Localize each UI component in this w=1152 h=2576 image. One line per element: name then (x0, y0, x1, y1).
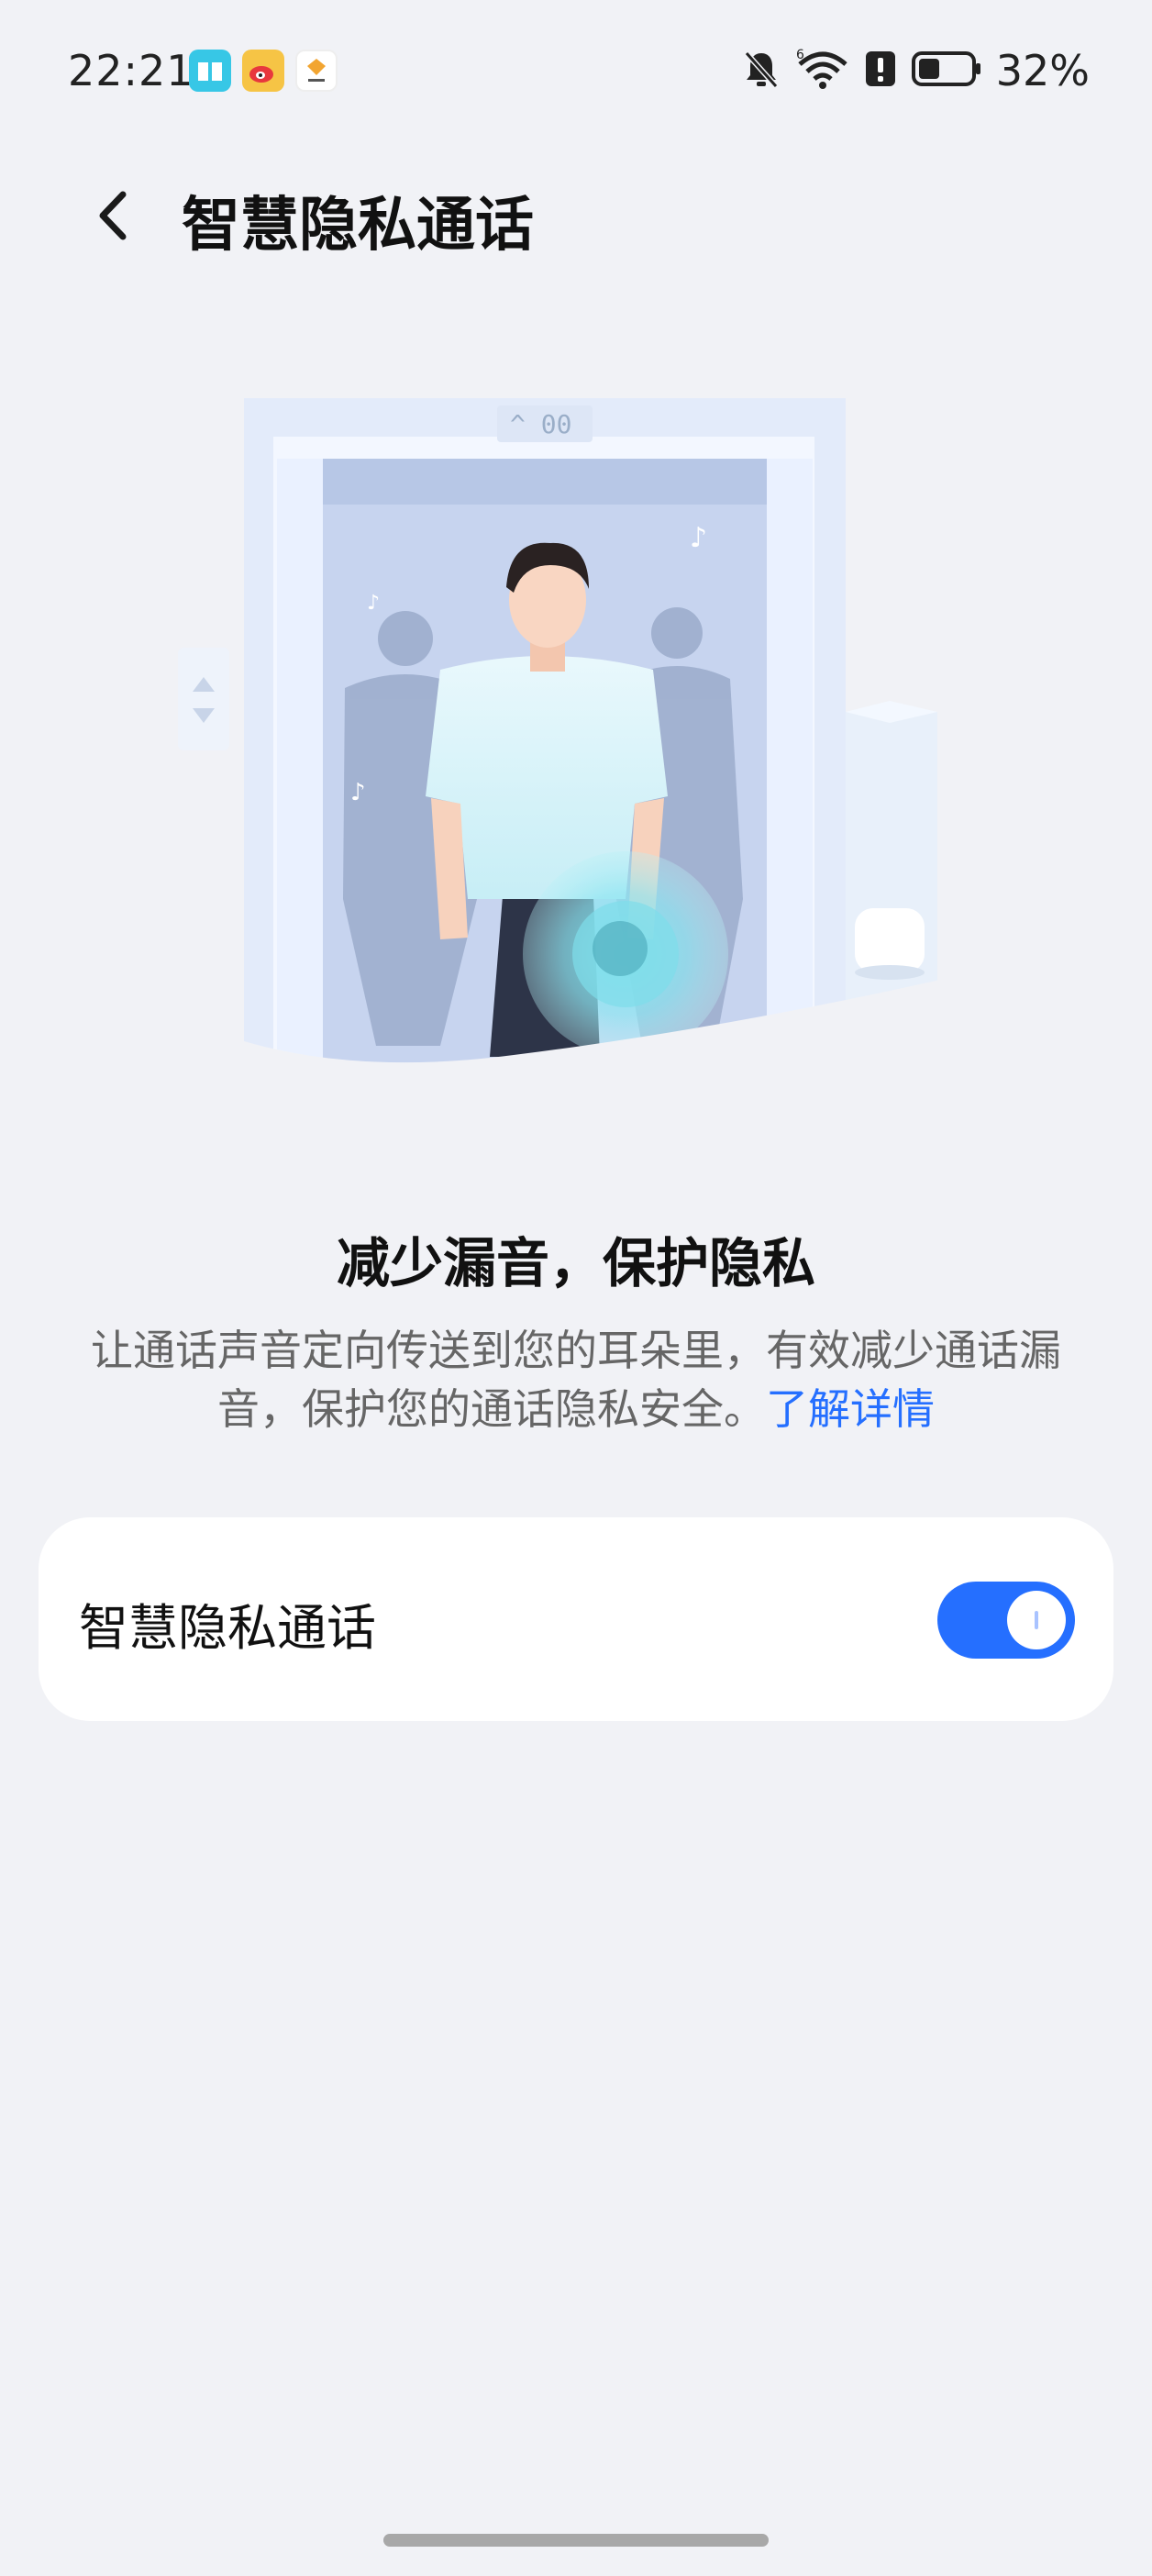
header: 智慧隐私通话 (0, 165, 1152, 266)
battery-icon (911, 48, 981, 94)
status-right: 6 32% (741, 46, 1090, 95)
svg-text:6: 6 (796, 48, 804, 62)
weibo-app-icon (242, 50, 284, 92)
status-app-icons (189, 50, 338, 92)
svg-text:^ 00: ^ 00 (510, 409, 571, 439)
honor-app-icon (295, 50, 338, 92)
home-indicator[interactable] (383, 2534, 769, 2547)
privacy-call-toggle[interactable] (937, 1582, 1075, 1659)
setting-card: 智慧隐私通话 (39, 1517, 1113, 1721)
wifi-6-icon: 6 (796, 48, 849, 94)
setting-label: 智慧隐私通话 (79, 1599, 376, 1657)
feature-description: 让通话声音定向传送到您的耳朵里，有效减少通话漏音，保护您的通话隐私安全。了解详情 (73, 1321, 1079, 1438)
alert-icon (864, 48, 897, 94)
page-title: 智慧隐私通话 (182, 192, 534, 260)
mute-bell-icon (741, 48, 781, 94)
battery-percentage: 32% (995, 46, 1090, 95)
reader-app-icon (189, 50, 231, 92)
chevron-left-icon (83, 191, 147, 251)
toggle-knob (1007, 1591, 1066, 1649)
elevator-illustration: ^ 00 ♪ ♪ ♪ (165, 385, 972, 1101)
learn-more-link[interactable]: 了解详情 (766, 1384, 935, 1434)
svg-text:♪: ♪ (690, 522, 707, 554)
status-time: 22:21 (68, 46, 194, 95)
back-button[interactable] (83, 183, 147, 248)
svg-text:♪: ♪ (350, 779, 366, 806)
status-bar: 22:21 6 32% (0, 0, 1152, 147)
svg-text:♪: ♪ (367, 592, 380, 615)
feature-headline: 减少漏音，保护隐私 (336, 1232, 815, 1294)
